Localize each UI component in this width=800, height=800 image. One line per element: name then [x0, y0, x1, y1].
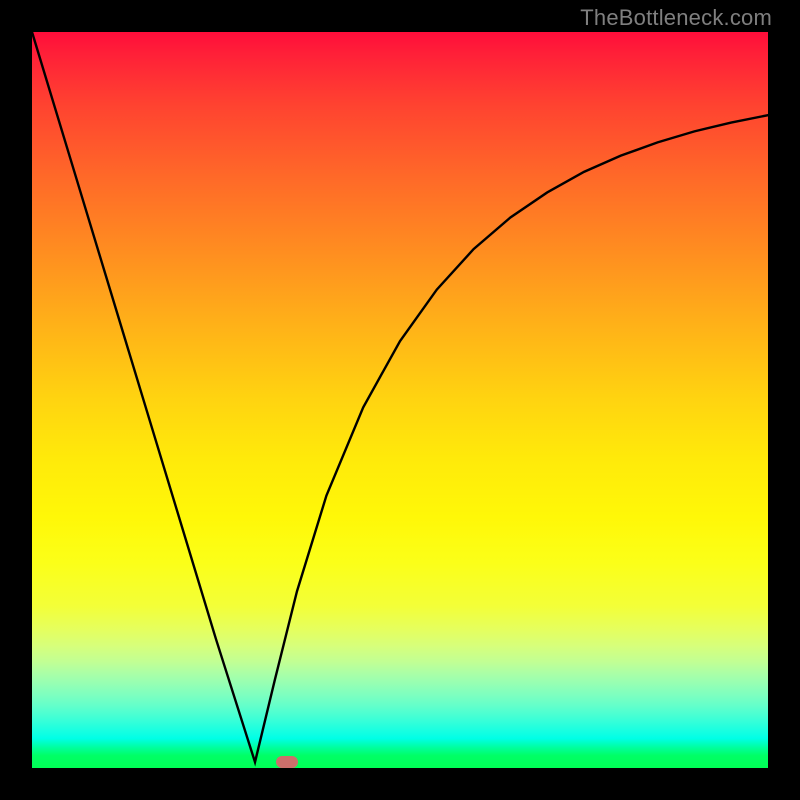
chart-frame: TheBottleneck.com — [0, 0, 800, 800]
bottleneck-curve — [32, 32, 768, 768]
watermark-text: TheBottleneck.com — [580, 5, 772, 31]
minimum-marker — [276, 756, 298, 768]
